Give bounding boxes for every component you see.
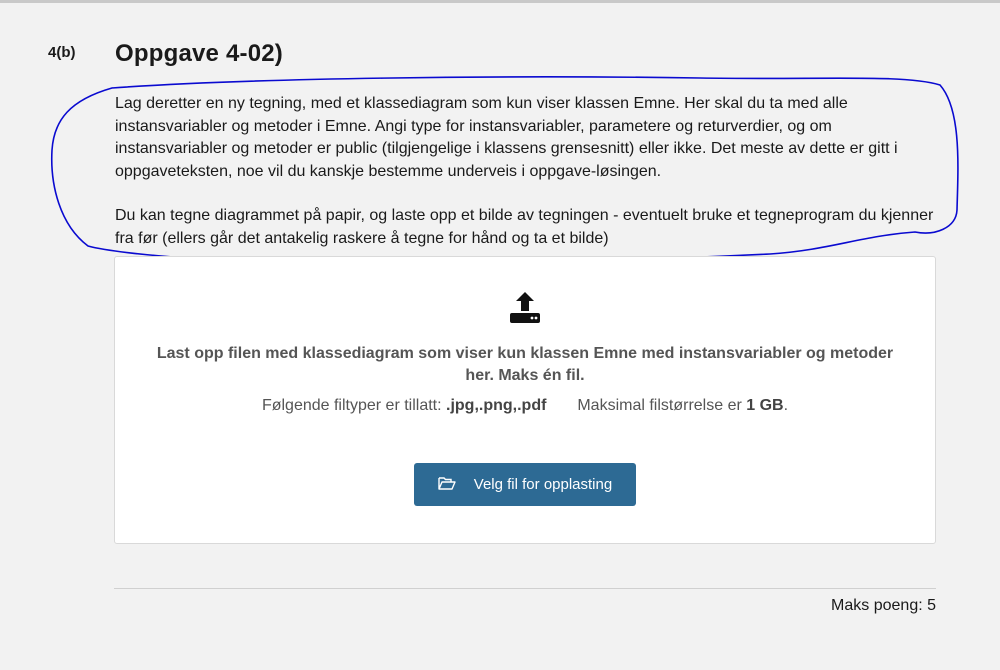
footer-divider [114,588,936,589]
filetypes-label: Følgende filtyper er tillatt: [261,397,442,414]
maxsize-value: 1 GB [746,397,784,414]
upload-constraints: Følgende filtyper er tillatt: .jpg,.png,… [115,397,935,415]
maxsize-label: Maksimal filstørrelse er [577,397,742,414]
question-paragraph-1: Lag deretter en ny tegning, med et klass… [115,95,898,180]
folder-open-icon [438,476,456,494]
upload-icon [508,290,542,329]
filetypes-value: .jpg,.png,.pdf [446,397,547,414]
question-paragraph-2: Du kan tegne diagrammet på papir, og las… [115,207,934,247]
top-border [0,0,1000,3]
question-title: Oppgave 4-02) [115,40,283,67]
maxsize-suffix: . [783,397,789,414]
question-text: Lag deretter en ny tegning, med et klass… [115,93,935,272]
upload-instructions: Last opp filen med klassediagram som vis… [156,345,894,384]
max-points: Maks poeng: 5 [831,597,936,614]
choose-file-button[interactable]: Velg fil for opplasting [414,463,636,506]
choose-file-label: Velg fil for opplasting [473,476,613,493]
question-number: 4(b) [48,44,76,61]
file-upload-dropzone[interactable]: Last opp filen med klassediagram som vis… [114,256,936,544]
